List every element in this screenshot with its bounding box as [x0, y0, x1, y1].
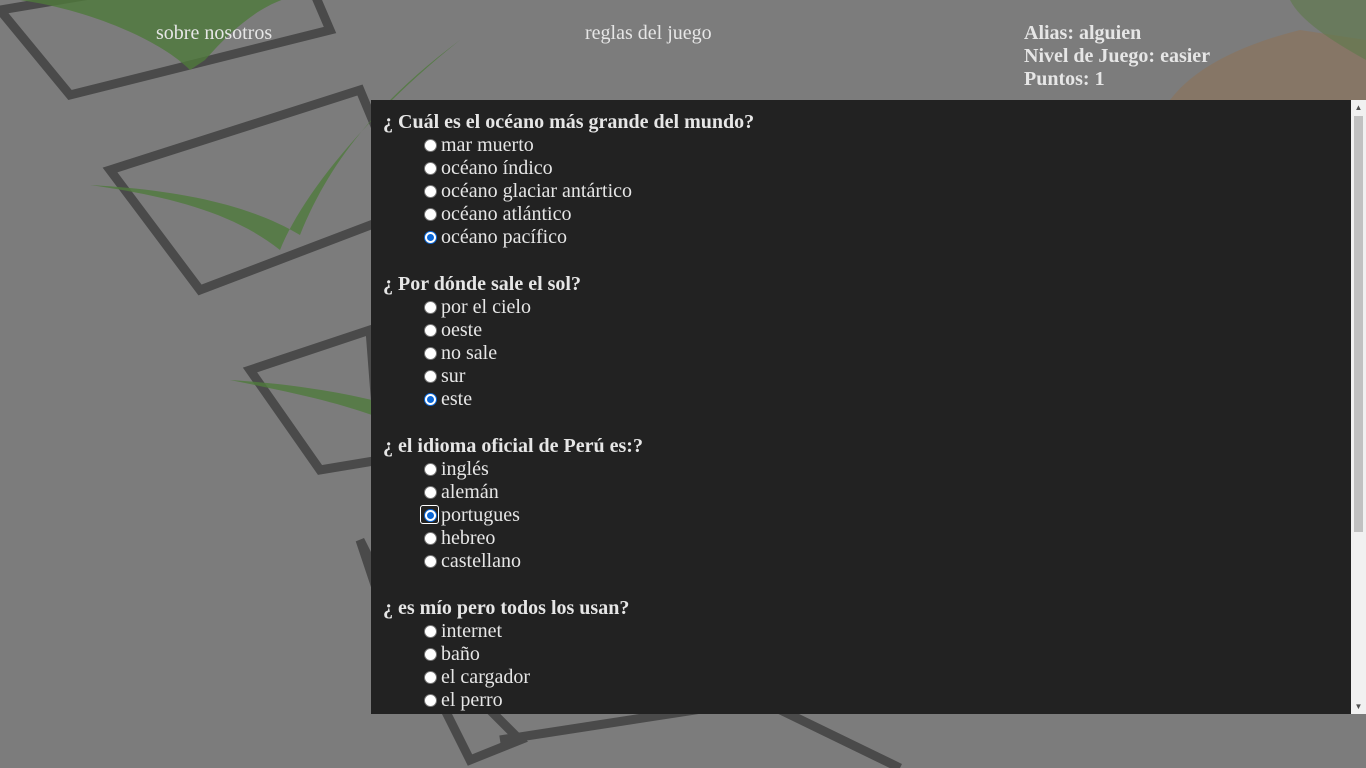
answer-option[interactable]: portugues: [383, 504, 1346, 527]
answer-option[interactable]: no sale: [383, 342, 1346, 365]
answer-radio-button[interactable]: [424, 648, 437, 661]
answer-option[interactable]: océano índico: [383, 157, 1346, 180]
quiz-question: ¿ el idioma oficial de Perú es:? inglés al…: [383, 435, 1346, 573]
quiz-question: ¿ Por dónde sale el sol? por el cielo oest…: [383, 273, 1346, 411]
answer-option[interactable]: océano glaciar antártico: [383, 180, 1346, 203]
answer-radio-button[interactable]: [424, 370, 437, 383]
question-text: ¿ Por dónde sale el sol?: [383, 273, 581, 295]
answer-option-label: océano pacífico: [441, 226, 568, 248]
answer-radio-button[interactable]: [424, 139, 437, 152]
answer-radio-button[interactable]: [424, 694, 437, 707]
answer-option[interactable]: castellano: [383, 550, 1346, 573]
player-alias: Alias: alguien: [1024, 22, 1142, 44]
answer-option-label: hebreo: [441, 527, 496, 549]
player-points: Puntos: 1: [1024, 68, 1105, 90]
answer-option[interactable]: alemán: [383, 481, 1346, 504]
player-level: Nivel de Juego: easier: [1024, 45, 1211, 67]
answer-option-label: océano índico: [441, 157, 553, 179]
answer-radio-button[interactable]: [424, 625, 437, 638]
answer-radio-button[interactable]: [424, 463, 437, 476]
answer-option-label: internet: [441, 620, 503, 642]
quiz-question: ¿ es mío pero todos los usan? internet bañ…: [383, 597, 1346, 712]
answer-option[interactable]: sur: [383, 365, 1346, 388]
answer-option-label: este: [441, 388, 473, 410]
answer-option[interactable]: este: [383, 388, 1346, 411]
scroll-up-arrow-icon[interactable]: ▲: [1351, 100, 1366, 115]
answer-option-label: el cargador: [441, 666, 531, 688]
answer-radio-button[interactable]: [424, 301, 437, 314]
answer-option[interactable]: oeste: [383, 319, 1346, 342]
answer-option-label: por el cielo: [441, 296, 531, 318]
answer-radio-button[interactable]: [424, 393, 437, 406]
answer-radio-button[interactable]: [424, 555, 437, 568]
answer-option-label: inglés: [441, 458, 489, 480]
answer-option-label: océano glaciar antártico: [441, 180, 632, 202]
quiz-panel: ¿ Cuál es el océano más grande del mundo…: [371, 100, 1366, 714]
answer-option[interactable]: baño: [383, 643, 1346, 666]
answer-option-label: mar muerto: [441, 134, 534, 156]
player-info: Alias: alguien Nivel de Juego: easier Pu…: [1024, 22, 1210, 91]
answer-option[interactable]: océano atlántico: [383, 203, 1346, 226]
answer-option-label: no sale: [441, 342, 498, 364]
about-us-link[interactable]: sobre nosotros: [156, 22, 272, 45]
quiz-question-list: ¿ Cuál es el océano más grande del mundo…: [383, 111, 1346, 714]
answer-option-label: el perro: [441, 689, 503, 711]
quiz-question: ¿ Cuál es el océano más grande del mundo…: [383, 111, 1346, 249]
answer-option[interactable]: océano pacífico: [383, 226, 1346, 249]
answer-radio-button[interactable]: [424, 185, 437, 198]
answer-option[interactable]: el cargador: [383, 666, 1346, 689]
scroll-down-arrow-icon[interactable]: ▼: [1351, 699, 1366, 714]
question-text: ¿ el idioma oficial de Perú es:?: [383, 435, 643, 457]
question-text: ¿ Cuál es el océano más grande del mundo…: [383, 111, 755, 133]
answer-option[interactable]: inglés: [383, 458, 1346, 481]
answer-radio-button[interactable]: [424, 208, 437, 221]
answer-radio-button[interactable]: [424, 324, 437, 337]
answer-radio-button[interactable]: [424, 532, 437, 545]
answer-option-label: océano atlántico: [441, 203, 572, 225]
answer-option[interactable]: internet: [383, 620, 1346, 643]
answer-option[interactable]: por el cielo: [383, 296, 1346, 319]
answer-option-label: oeste: [441, 319, 483, 341]
answer-radio-button[interactable]: [424, 671, 437, 684]
answer-option[interactable]: el perro: [383, 689, 1346, 712]
scrollbar-thumb[interactable]: [1354, 116, 1363, 532]
focus-ring: [420, 505, 439, 524]
vertical-scrollbar[interactable]: ▲ ▼: [1351, 100, 1366, 714]
game-rules-link[interactable]: reglas del juego: [585, 22, 712, 45]
answer-option-label: portugues: [441, 504, 520, 526]
answer-radio-button[interactable]: [424, 231, 437, 244]
answer-radio-button[interactable]: [424, 347, 437, 360]
answer-option-label: sur: [441, 365, 466, 387]
answer-option-label: castellano: [441, 550, 521, 572]
answer-radio-button[interactable]: [424, 162, 437, 175]
answer-option-label: alemán: [441, 481, 499, 503]
answer-option[interactable]: hebreo: [383, 527, 1346, 550]
answer-radio-button[interactable]: [424, 486, 437, 499]
answer-option[interactable]: mar muerto: [383, 134, 1346, 157]
answer-option-label: baño: [441, 643, 480, 665]
question-text: ¿ es mío pero todos los usan?: [383, 597, 630, 619]
